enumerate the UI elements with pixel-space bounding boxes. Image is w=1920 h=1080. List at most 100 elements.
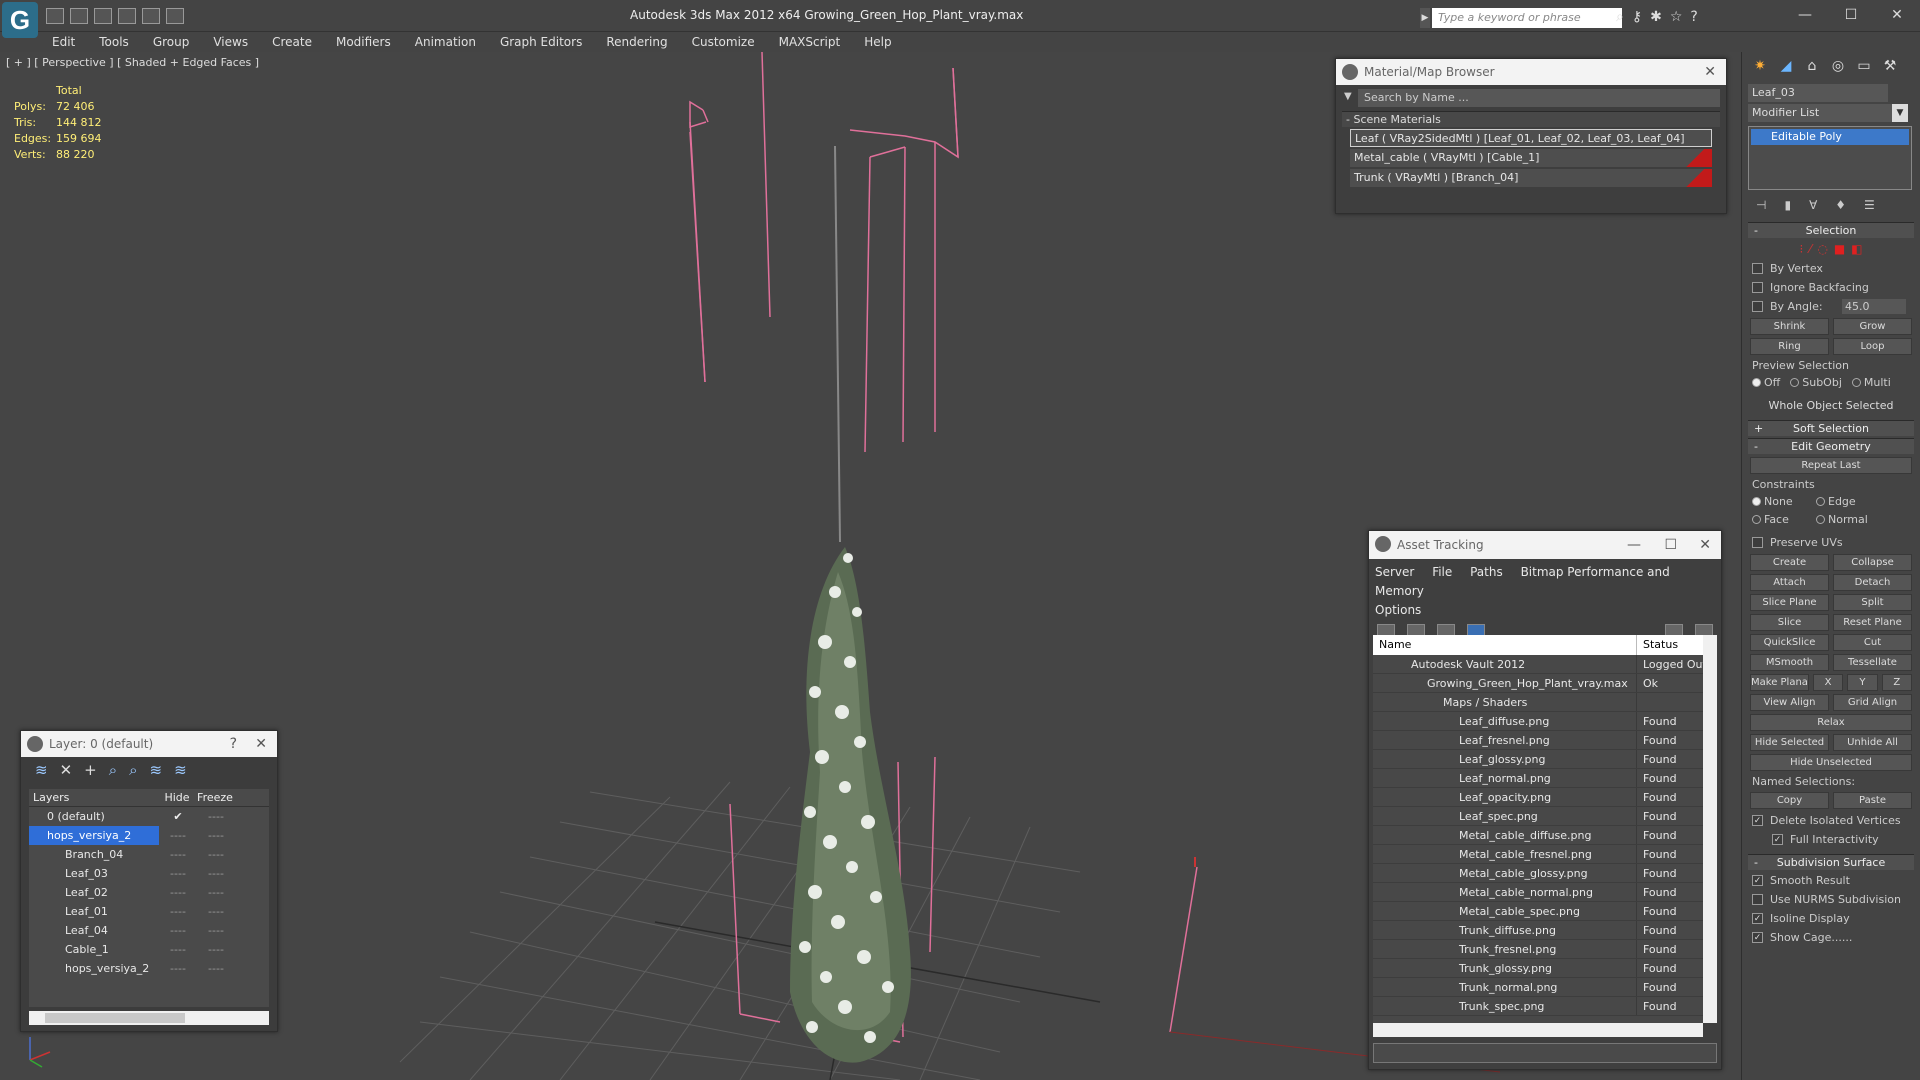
motion-tab-icon[interactable]: ◎ (1828, 58, 1848, 76)
radio-dot[interactable] (1752, 378, 1761, 387)
maximize-button[interactable]: ☐ (1828, 0, 1874, 30)
asset-row[interactable]: Trunk_glossy.png Found (1373, 959, 1717, 978)
attach-button[interactable]: Attach (1750, 574, 1829, 591)
col-name[interactable]: Name (1373, 635, 1637, 655)
asset-row[interactable]: Trunk_spec.png Found (1373, 997, 1717, 1016)
hide-unselected-button[interactable]: Hide Unselected (1750, 754, 1912, 771)
reset-plane-button[interactable]: Reset Plane (1833, 614, 1912, 631)
menu-server[interactable]: Server (1375, 565, 1414, 579)
checkbox-box[interactable]: ✓ (1752, 932, 1763, 943)
smooth-result-checkbox[interactable]: ✓ Smooth Result (1752, 872, 1910, 889)
checkbox-box[interactable] (1752, 282, 1763, 293)
viewport-label[interactable]: [ + ] [ Perspective ] [ Shaded + Edged F… (6, 56, 259, 69)
layer-row[interactable]: Leaf_02 ---- ---- (29, 883, 269, 902)
asset-vertical-scrollbar[interactable] (1703, 635, 1717, 1023)
asset-row[interactable]: Leaf_normal.png Found (1373, 769, 1717, 788)
checkbox-box[interactable]: ✓ (1772, 834, 1783, 845)
display-tab-icon[interactable]: ▭ (1854, 58, 1874, 76)
remove-modifier-icon[interactable]: ♦ (1835, 198, 1846, 212)
ignore-backfacing-checkbox[interactable]: Ignore Backfacing (1752, 279, 1910, 296)
help-icon[interactable]: ? (230, 731, 237, 757)
shrink-button[interactable]: Shrink (1750, 318, 1829, 335)
radio-subobj[interactable]: SubObj (1790, 375, 1842, 391)
asset-row[interactable]: Leaf_opacity.png Found (1373, 788, 1717, 807)
close-icon[interactable]: ✕ (1704, 59, 1716, 85)
relax-button[interactable]: Relax (1750, 714, 1912, 731)
view-align-button[interactable]: View Align (1750, 694, 1829, 711)
slice-plane-button[interactable]: Slice Plane (1750, 594, 1829, 611)
freeze-toggle[interactable]: ---- (197, 959, 235, 978)
chevron-down-icon[interactable]: ▼ (1892, 104, 1908, 122)
create-layer-icon[interactable]: ≋ (35, 761, 48, 779)
asset-row[interactable]: Autodesk Vault 2012 Logged Out (1373, 655, 1717, 674)
material-item[interactable]: Leaf ( VRay2SidedMtl ) [Leaf_01, Leaf_02… (1350, 129, 1712, 147)
material-item[interactable]: Trunk ( VRayMtl ) [Branch_04] (1350, 169, 1712, 187)
element-icon[interactable]: ◧ (1851, 242, 1862, 256)
minimize-icon[interactable]: — (1627, 531, 1641, 559)
menu-graph-editors[interactable]: Graph Editors (488, 33, 594, 51)
menu-group[interactable]: Group (141, 33, 202, 51)
favorites-icon[interactable]: ☆ (1670, 9, 1683, 25)
keyword-search-input[interactable]: Type a keyword or phrase (1432, 8, 1622, 28)
split-checkbox[interactable]: Split (1833, 594, 1912, 611)
by-angle-checkbox[interactable]: By Angle: 45.0 (1752, 298, 1910, 315)
edge-icon[interactable]: ⁄ (1809, 242, 1811, 256)
material-item[interactable]: Metal_cable ( VRayMtl ) [Cable_1] (1350, 149, 1712, 167)
hierarchy-tab-icon[interactable]: ⌂ (1802, 58, 1822, 76)
checkbox-box[interactable] (1752, 894, 1763, 905)
menu-rendering[interactable]: Rendering (594, 33, 679, 51)
col-hide[interactable]: Hide (159, 789, 195, 806)
search-expand-icon[interactable]: ▶ (1420, 8, 1430, 28)
paste-button[interactable]: Paste (1833, 792, 1912, 809)
menu-options[interactable]: Options (1375, 603, 1421, 617)
menu-edit[interactable]: Edit (40, 33, 87, 51)
asset-row[interactable]: Leaf_diffuse.png Found (1373, 712, 1717, 731)
slice-button[interactable]: Slice (1750, 614, 1829, 631)
grid-align-button[interactable]: Grid Align (1833, 694, 1912, 711)
modify-tab-icon[interactable]: ◢ (1776, 58, 1796, 76)
planar-z-button[interactable]: Z (1881, 674, 1913, 691)
checkbox-box[interactable]: ✓ (1752, 913, 1763, 924)
checkbox-box[interactable] (1752, 301, 1763, 312)
checkbox-box[interactable]: ✓ (1752, 815, 1763, 826)
utilities-tab-icon[interactable]: ⚒ (1880, 58, 1900, 76)
layer-row[interactable]: Cable_1 ---- ---- (29, 940, 269, 959)
menu-customize[interactable]: Customize (680, 33, 767, 51)
close-icon[interactable]: ✕ (255, 731, 267, 757)
freeze-toggle[interactable]: ---- (197, 807, 235, 826)
layer-row[interactable]: hops_versiya_2 ---- ---- (29, 826, 269, 845)
hide-toggle[interactable]: ---- (159, 940, 197, 959)
stack-item-editable-poly[interactable]: Editable Poly (1751, 129, 1909, 145)
checkbox-box[interactable]: ✓ (1752, 875, 1763, 886)
planar-x-button[interactable]: X (1812, 674, 1844, 691)
col-layers[interactable]: Layers (29, 789, 159, 806)
menu-help[interactable]: Help (852, 33, 903, 51)
add-to-layer-icon[interactable]: + (84, 761, 97, 779)
selection-rollout[interactable]: - Selection (1748, 222, 1914, 238)
app-logo-icon[interactable]: G (2, 2, 38, 38)
asset-row[interactable]: Leaf_spec.png Found (1373, 807, 1717, 826)
menu-create[interactable]: Create (260, 33, 324, 51)
hide-toggle[interactable]: ✔ (159, 807, 197, 826)
scene-materials-group[interactable]: - Scene Materials (1342, 111, 1720, 127)
delete-layer-icon[interactable]: ✕ (60, 761, 73, 779)
redo-icon[interactable] (118, 8, 136, 24)
preserve-uvs-checkbox[interactable]: Preserve UVs (1752, 534, 1910, 551)
asset-row[interactable]: Metal_cable_spec.png Found (1373, 902, 1717, 921)
configure-sets-icon[interactable]: ☰ (1864, 198, 1875, 212)
close-button[interactable]: ✕ (1874, 0, 1920, 30)
modifier-list-dropdown[interactable]: Modifier List ▼ (1748, 104, 1908, 122)
asset-row[interactable]: Metal_cable_glossy.png Found (1373, 864, 1717, 883)
layer-window-titlebar[interactable]: Layer: 0 (default) ? ✕ (21, 731, 277, 757)
show-end-result-icon[interactable]: ▮ (1784, 198, 1791, 212)
minimize-button[interactable]: — (1782, 0, 1828, 30)
hide-toggle[interactable]: ---- (159, 959, 197, 978)
object-name-field[interactable]: Leaf_03 (1748, 84, 1888, 102)
layer-row[interactable]: Leaf_01 ---- ---- (29, 902, 269, 921)
maximize-icon[interactable]: ☐ (1664, 531, 1677, 559)
menu-views[interactable]: Views (201, 33, 260, 51)
layer-row[interactable]: Leaf_03 ---- ---- (29, 864, 269, 883)
asset-horizontal-scrollbar[interactable] (1373, 1023, 1703, 1037)
collapse-button[interactable]: Collapse (1833, 554, 1912, 571)
menu-bitmap-performance[interactable]: Bitmap Performance and Memory (1375, 565, 1670, 598)
